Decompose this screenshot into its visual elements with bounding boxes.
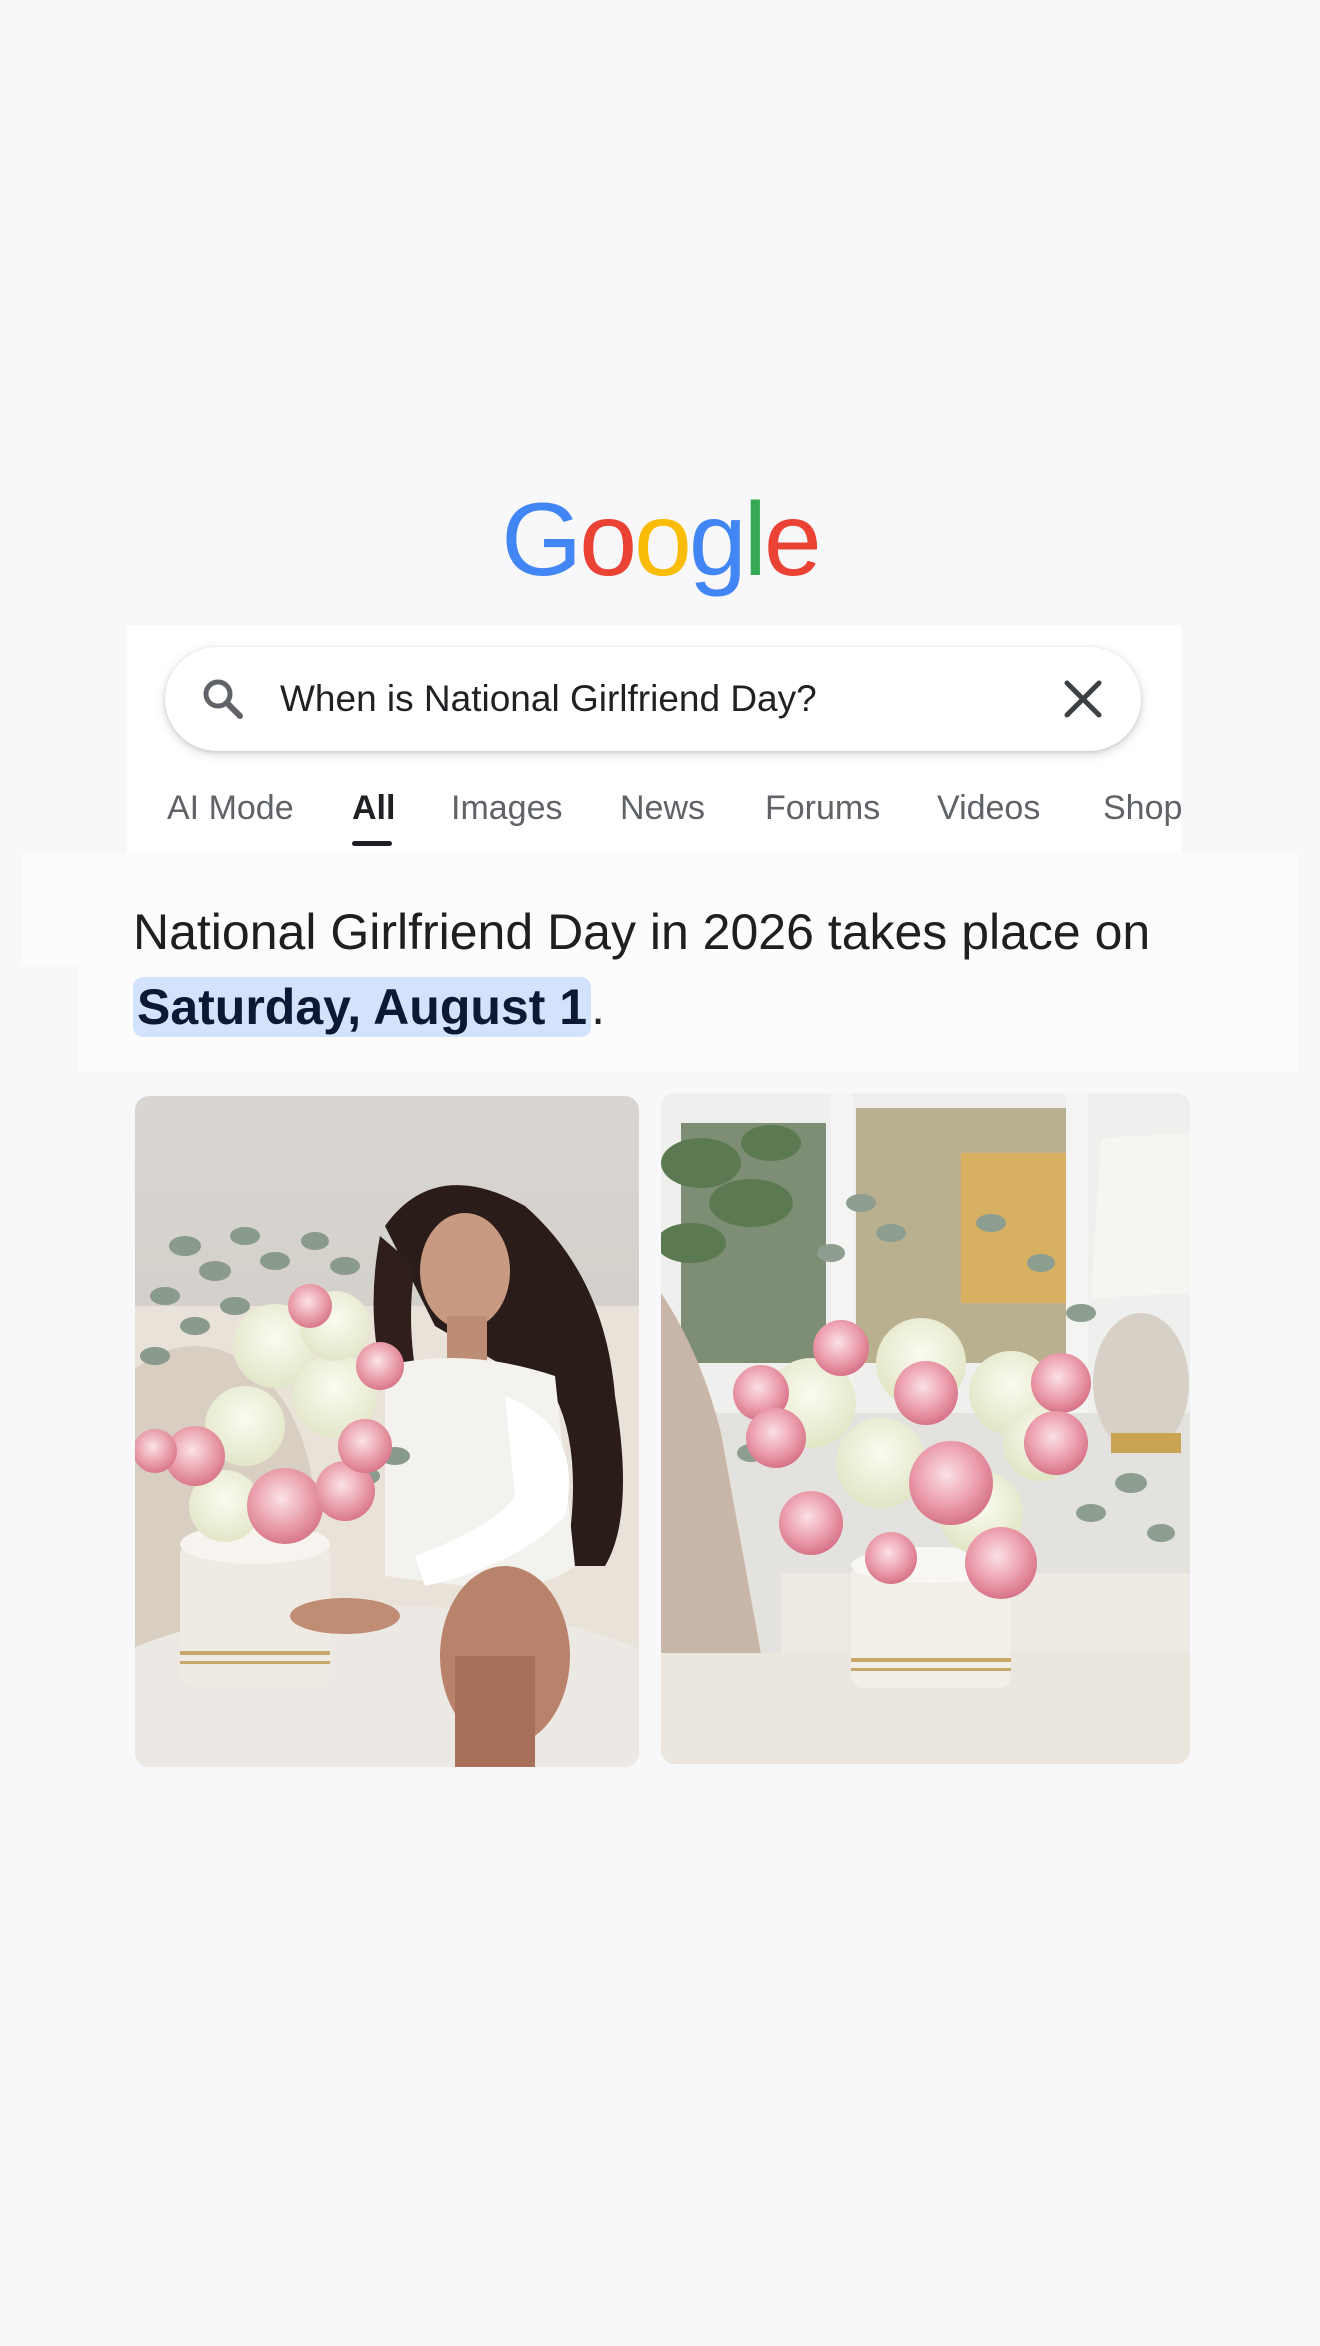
- search-tabs: AI Mode All Images News Forums Videos Sh…: [165, 783, 1181, 853]
- search-query-text[interactable]: When is National Girlfriend Day?: [280, 675, 817, 723]
- answer-text: National Girlfriend Day in 2026 takes pl…: [133, 904, 1151, 960]
- logo-letter: e: [763, 482, 822, 598]
- logo-letter: g: [688, 482, 747, 598]
- woman-holding-flower-bouquet-photo[interactable]: [135, 1096, 639, 1767]
- tab-ai-mode[interactable]: AI Mode: [167, 783, 294, 833]
- search-header: When is National Girlfriend Day? AI Mode…: [127, 625, 1181, 853]
- logo-letter: o: [634, 482, 692, 598]
- close-icon[interactable]: [1061, 677, 1105, 721]
- tab-videos[interactable]: Videos: [937, 783, 1040, 833]
- tab-all[interactable]: All: [352, 783, 395, 833]
- google-logo: Google: [0, 488, 1320, 592]
- featured-answer: National Girlfriend Day in 2026 takes pl…: [133, 895, 1213, 1045]
- search-icon[interactable]: [199, 675, 247, 723]
- answer-date-highlight: Saturday, August 1: [133, 977, 592, 1037]
- tab-forums[interactable]: Forums: [765, 783, 880, 833]
- active-tab-indicator: [352, 841, 392, 846]
- tab-shop[interactable]: Shop: [1103, 783, 1181, 833]
- logo-letter: G: [501, 482, 582, 598]
- tab-images[interactable]: Images: [451, 783, 563, 833]
- answer-punctuation: .: [591, 979, 605, 1035]
- flower-arrangement-by-window-photo[interactable]: [661, 1093, 1190, 1764]
- tab-news[interactable]: News: [620, 783, 705, 833]
- logo-letter: l: [743, 482, 767, 598]
- search-input[interactable]: When is National Girlfriend Day?: [165, 647, 1141, 751]
- logo-letter: o: [579, 482, 637, 598]
